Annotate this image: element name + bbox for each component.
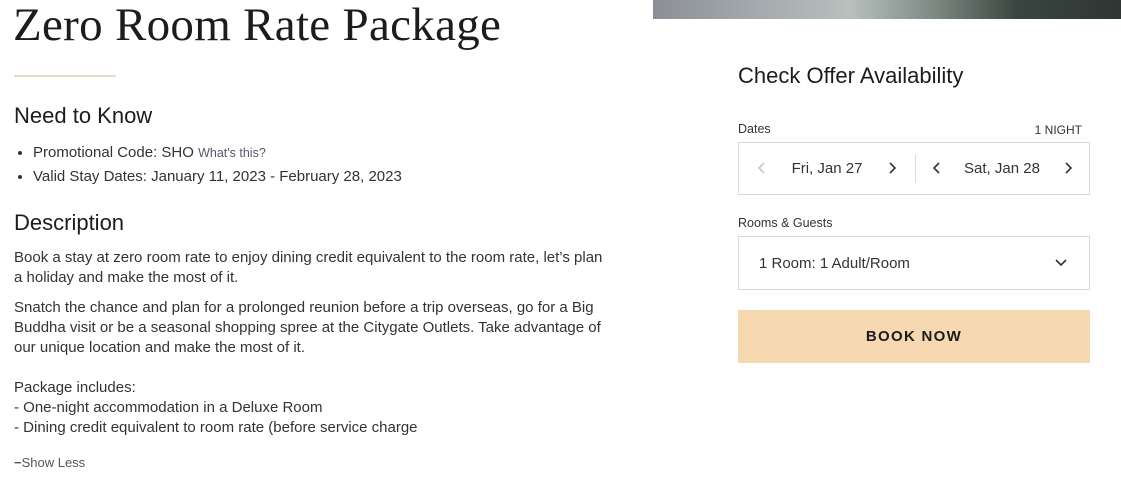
promo-code-item: Promotional Code: SHO What's this? (33, 141, 402, 165)
hero-image (653, 0, 1121, 19)
package-include-item: - Dining credit equivalent to room rate … (14, 419, 418, 436)
show-less-label: Show Less (21, 455, 86, 470)
page-title: Zero Room Rate Package (13, 0, 502, 51)
package-includes: Package includes: - One-night accommodat… (14, 378, 614, 438)
rooms-guests-select[interactable]: 1 Room: 1 Adult/Room (738, 236, 1090, 290)
description-heading: Description (14, 210, 125, 235)
chevron-left-icon[interactable] (927, 158, 947, 178)
whats-this-link[interactable]: What's this? (198, 146, 266, 160)
check-out-date[interactable]: Sat, Jan 28 (915, 143, 1089, 194)
chevron-right-icon[interactable] (882, 158, 902, 178)
valid-dates-item: Valid Stay Dates: January 11, 2023 - Feb… (33, 165, 402, 189)
check-in-date[interactable]: Fri, Jan 27 (739, 143, 915, 194)
dates-label: Dates (738, 122, 771, 136)
book-now-button[interactable]: BOOK NOW (738, 310, 1090, 363)
minus-icon: − (14, 455, 22, 470)
description-body: Book a stay at zero room rate to enjoy d… (14, 248, 614, 438)
rooms-guests-value: 1 Room: 1 Adult/Room (759, 255, 910, 272)
date-picker: Fri, Jan 27 Sat, Jan 28 (738, 142, 1090, 195)
chevron-down-icon (1053, 254, 1069, 275)
promo-code-text: Promotional Code: SHO (33, 144, 194, 161)
nights-count: 1 NIGHT (1034, 123, 1082, 137)
package-include-item: - One-night accommodation in a Deluxe Ro… (14, 399, 323, 416)
need-to-know-heading: Need to Know (14, 103, 153, 128)
check-availability-heading: Check Offer Availability (738, 63, 964, 88)
package-includes-heading: Package includes: (14, 379, 136, 396)
title-divider (14, 75, 116, 77)
description-paragraph: Snatch the chance and plan for a prolong… (14, 299, 601, 356)
need-to-know-list: Promotional Code: SHO What's this? Valid… (14, 141, 402, 189)
chevron-right-icon[interactable] (1058, 158, 1078, 178)
description-paragraph: Book a stay at zero room rate to enjoy d… (14, 249, 603, 286)
rooms-guests-label: Rooms & Guests (738, 216, 833, 230)
show-less-toggle[interactable]: −Show Less (14, 455, 85, 470)
chevron-left-icon (752, 158, 772, 178)
